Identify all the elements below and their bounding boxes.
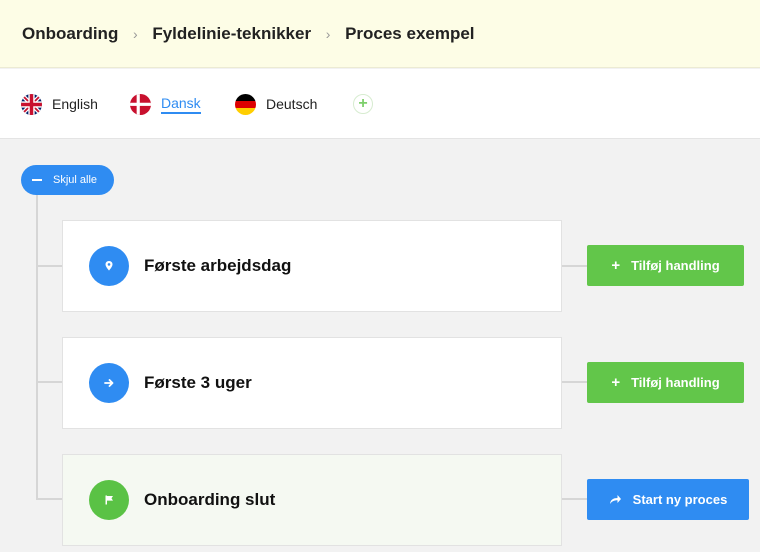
step-card[interactable]: Første 3 uger — [62, 337, 562, 429]
language-label-english: English — [52, 96, 98, 112]
plus-icon: + — [611, 257, 621, 274]
collapse-all-label: Skjul alle — [53, 174, 98, 186]
start-new-process-label: Start ny proces — [632, 492, 728, 507]
share-arrow-icon — [609, 494, 622, 505]
language-label-deutsch: Deutsch — [266, 96, 318, 112]
breadcrumb-item-onboarding[interactable]: Onboarding — [22, 24, 118, 44]
location-pin-icon — [89, 246, 129, 286]
germany-flag-icon — [235, 93, 256, 115]
step-card[interactable]: Første arbejdsdag — [62, 220, 562, 312]
add-action-label: Tilføj handling — [631, 375, 720, 390]
language-bar: English Dansk Deutsch + — [0, 69, 760, 139]
step-title: Onboarding slut — [144, 490, 276, 509]
language-tab-deutsch[interactable]: Deutsch — [235, 93, 317, 115]
arrow-right-icon — [89, 363, 129, 403]
denmark-flag-icon — [130, 93, 151, 115]
flag-icon — [89, 480, 129, 520]
add-action-button[interactable]: + Tilføj handling — [587, 362, 744, 403]
start-new-process-button[interactable]: Start ny proces — [587, 479, 749, 520]
chevron-right-icon: › — [132, 25, 138, 42]
add-action-button[interactable]: + Tilføj handling — [587, 245, 744, 286]
step-card[interactable]: Onboarding slut — [62, 454, 562, 546]
chevron-right-icon: › — [325, 25, 331, 42]
step-title: Første arbejdsdag — [144, 256, 292, 275]
uk-flag-icon — [21, 93, 42, 115]
step-title: Første 3 uger — [144, 373, 252, 392]
plus-icon: + — [611, 374, 621, 391]
add-language-button[interactable]: + — [353, 94, 373, 114]
tree-branch-line — [36, 381, 63, 383]
connector-line — [562, 381, 587, 383]
plus-icon: + — [358, 95, 368, 112]
breadcrumb: Onboarding › Fyldelinie-teknikker › Proc… — [0, 0, 760, 68]
tree-line — [36, 195, 38, 499]
tree-branch-line — [36, 265, 63, 267]
language-label-dansk: Dansk — [161, 95, 201, 114]
language-tab-dansk[interactable]: Dansk — [130, 93, 201, 115]
connector-line — [562, 498, 587, 500]
language-tab-english[interactable]: English — [21, 93, 98, 115]
breadcrumb-item-techniques[interactable]: Fyldelinie-teknikker — [152, 24, 311, 44]
connector-line — [562, 265, 587, 267]
add-action-label: Tilføj handling — [631, 258, 720, 273]
breadcrumb-item-current: Proces exempel — [345, 23, 475, 43]
minus-icon — [32, 179, 42, 181]
collapse-all-button[interactable]: Skjul alle — [21, 165, 114, 195]
tree-branch-line — [36, 498, 63, 500]
